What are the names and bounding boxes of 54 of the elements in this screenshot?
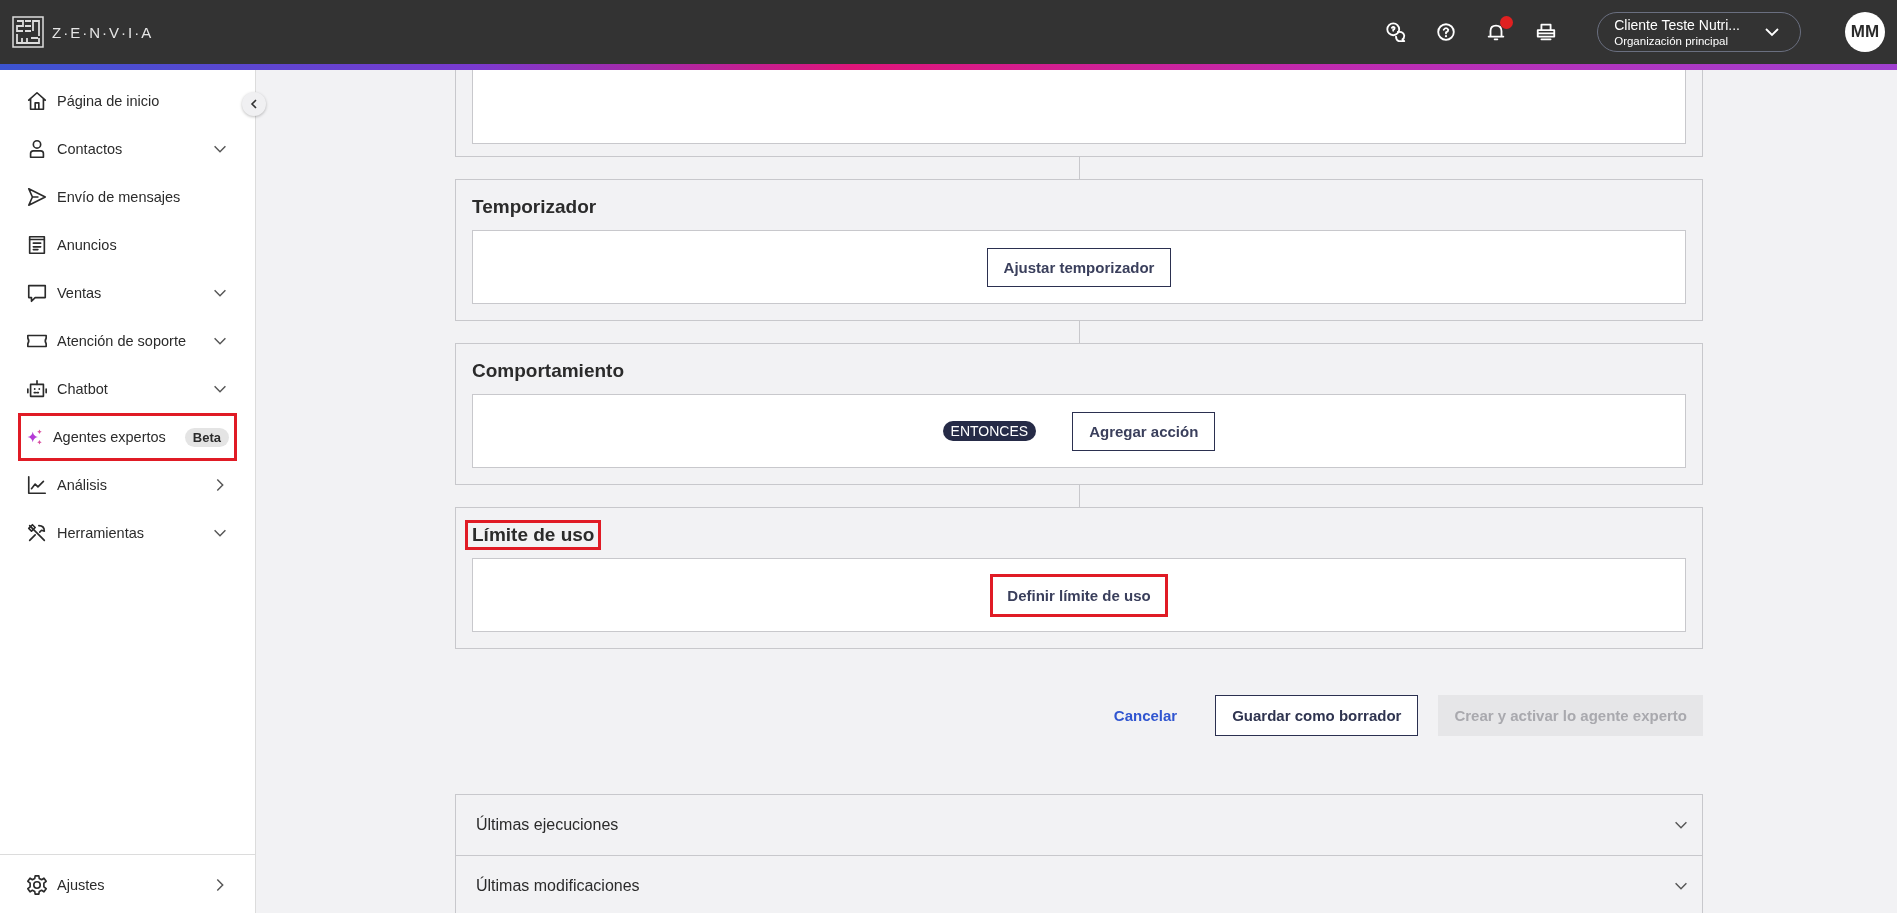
item-label: Chatbot	[57, 381, 108, 397]
sidebar-item[interactable]: Página de inicio	[18, 77, 237, 125]
sidebar-item[interactable]: Análisis	[18, 461, 237, 509]
user-avatar[interactable]: MM	[1845, 12, 1885, 52]
chevron-left-icon	[248, 98, 260, 110]
accordion-header[interactable]: Últimas ejecuciones	[456, 795, 1702, 855]
item-label: Ajustes	[57, 877, 105, 893]
organization-name: Cliente Teste Nutri...	[1614, 17, 1740, 33]
card-title: Temporizador	[471, 195, 598, 219]
paper-plane-icon	[26, 186, 48, 208]
sidebar-item[interactable]: Atención de soporte	[18, 317, 237, 365]
item-label: Contactos	[57, 141, 123, 157]
sidebar-item[interactable]: Ajustes	[18, 861, 237, 909]
help-icon[interactable]	[1435, 21, 1458, 43]
sidebar-item[interactable]: Herramientas	[18, 509, 237, 557]
printer-icon[interactable]	[1535, 21, 1558, 43]
action-button[interactable]: Agregar acción	[1072, 411, 1216, 451]
accordion-title: Últimas ejecuciones	[476, 816, 619, 834]
sidebar-item[interactable]: Ventas	[18, 269, 237, 317]
organization-subtitle: Organización principal	[1614, 35, 1728, 47]
item-label: Atención de soporte	[57, 333, 186, 349]
settings-icon	[26, 874, 48, 896]
robot-icon	[26, 378, 48, 400]
speech-bubble-icon	[26, 282, 48, 304]
beta-badge: Beta	[184, 427, 229, 447]
sidebar-item[interactable]: Chatbot	[18, 365, 237, 413]
action-button[interactable]: Ajustar temporizador	[986, 247, 1172, 287]
logo-icon	[12, 16, 44, 48]
line-chart-icon	[26, 474, 48, 496]
collapse-button[interactable]	[242, 92, 266, 116]
then-tag: ENTONCES	[942, 421, 1037, 441]
item-label: Envío de mensajes	[57, 189, 181, 205]
accordion-header[interactable]: Últimas modificaciones	[456, 855, 1702, 913]
logo-text: Z·E·N·V·I·A	[52, 23, 154, 41]
document-icon	[26, 234, 48, 256]
draft-button[interactable]: Guardar como borrador	[1215, 695, 1419, 736]
sidebar-item[interactable]: Agentes expertos Beta	[18, 413, 237, 461]
item-label: Agentes expertos	[52, 429, 166, 445]
sidebar-item[interactable]: Contactos	[18, 125, 237, 173]
home-icon	[26, 90, 48, 112]
sidebar-item[interactable]: Envío de mensajes	[18, 173, 237, 221]
item-label: Anuncios	[57, 237, 117, 253]
item-label: Ventas	[57, 285, 102, 301]
item-label: Herramientas	[57, 525, 145, 541]
tools-icon	[26, 522, 48, 544]
action-button[interactable]: Definir límite de uso	[990, 573, 1168, 617]
item-label: Análisis	[57, 477, 107, 493]
card-title: Límite de uso	[465, 520, 602, 550]
item-label: Página de inicio	[57, 93, 160, 109]
card-title: Comportamiento	[471, 359, 625, 383]
cancel-link[interactable]: Cancelar	[1107, 706, 1184, 725]
chat-help-icon[interactable]	[1385, 21, 1408, 43]
sidebar-item[interactable]: Anuncios	[18, 221, 237, 269]
accordion-title: Últimas modificaciones	[476, 876, 640, 895]
